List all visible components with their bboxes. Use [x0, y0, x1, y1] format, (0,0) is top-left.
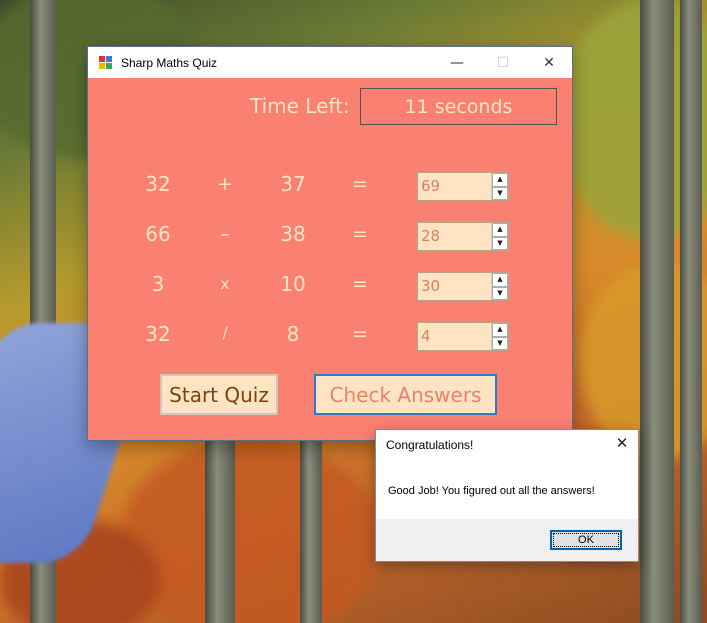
start-quiz-button[interactable]: Start Quiz [160, 374, 278, 415]
divide-operator: / [222, 324, 228, 342]
plus-right-operand: 37 [280, 172, 306, 196]
tree-trunk [640, 0, 674, 623]
minus-left-operand: 66 [145, 222, 171, 246]
close-button[interactable]: ✕ [526, 47, 572, 78]
quiz-form: Time Left: 11 seconds 32 + 37 = 69 ▲ ▼ 6… [88, 78, 572, 440]
product-answer-value[interactable]: 30 [418, 273, 491, 300]
times-left-operand: 3 [151, 272, 165, 296]
up-arrow-icon[interactable]: ▲ [492, 323, 508, 337]
times-right-operand: 10 [280, 272, 306, 296]
divide-right-operand: 8 [286, 322, 300, 346]
quotient-answer-value[interactable]: 4 [418, 323, 491, 350]
minus-equals-sign: = [352, 223, 368, 245]
down-arrow-icon[interactable]: ▼ [492, 286, 508, 300]
maximize-button[interactable]: ☐ [480, 47, 526, 78]
quiz-window: Sharp Maths Quiz — ☐ ✕ Time Left: 11 sec… [88, 47, 572, 440]
tree-trunk [680, 0, 702, 623]
plus-operator: + [217, 173, 233, 195]
up-arrow-icon[interactable]: ▲ [492, 223, 508, 237]
down-arrow-icon[interactable]: ▼ [492, 186, 508, 200]
difference-answer-value[interactable]: 28 [418, 223, 491, 250]
dialog-footer: OK [376, 519, 638, 561]
congratulations-dialog: Congratulations! ✕ Good Job! You figured… [376, 430, 638, 561]
time-left-label: Time Left: [250, 94, 350, 118]
tree-trunk [205, 440, 235, 623]
difference-answer-stepper[interactable]: 28 ▲ ▼ [417, 222, 509, 251]
minimize-button[interactable]: — [434, 47, 480, 78]
time-left-display: 11 seconds [360, 88, 557, 125]
ok-button[interactable]: OK [550, 530, 622, 550]
minus-operator: – [220, 223, 230, 245]
window-title: Sharp Maths Quiz [121, 55, 218, 70]
sum-answer-stepper[interactable]: 69 ▲ ▼ [417, 172, 509, 201]
product-answer-stepper[interactable]: 30 ▲ ▼ [417, 272, 509, 301]
dialog-message: Good Job! You figured out all the answer… [388, 485, 595, 497]
divide-equals-sign: = [352, 323, 368, 345]
quotient-answer-stepper[interactable]: 4 ▲ ▼ [417, 322, 509, 351]
plus-equals-sign: = [352, 173, 368, 195]
times-equals-sign: = [352, 273, 368, 295]
down-arrow-icon[interactable]: ▼ [492, 336, 508, 350]
minus-right-operand: 38 [280, 222, 306, 246]
up-arrow-icon[interactable]: ▲ [492, 173, 508, 187]
down-arrow-icon[interactable]: ▼ [492, 236, 508, 250]
up-arrow-icon[interactable]: ▲ [492, 273, 508, 287]
app-form-icon [99, 55, 113, 70]
plus-left-operand: 32 [145, 172, 171, 196]
window-titlebar[interactable]: Sharp Maths Quiz — ☐ ✕ [88, 47, 572, 78]
divide-left-operand: 32 [145, 322, 171, 346]
dialog-close-icon[interactable]: ✕ [612, 434, 632, 454]
tree-trunk [300, 440, 322, 623]
check-answers-button[interactable]: Check Answers [314, 374, 497, 415]
dialog-title: Congratulations! [386, 438, 474, 452]
times-operator: x [220, 275, 230, 293]
foliage-decoration [120, 440, 380, 623]
sum-answer-value[interactable]: 69 [418, 173, 491, 200]
